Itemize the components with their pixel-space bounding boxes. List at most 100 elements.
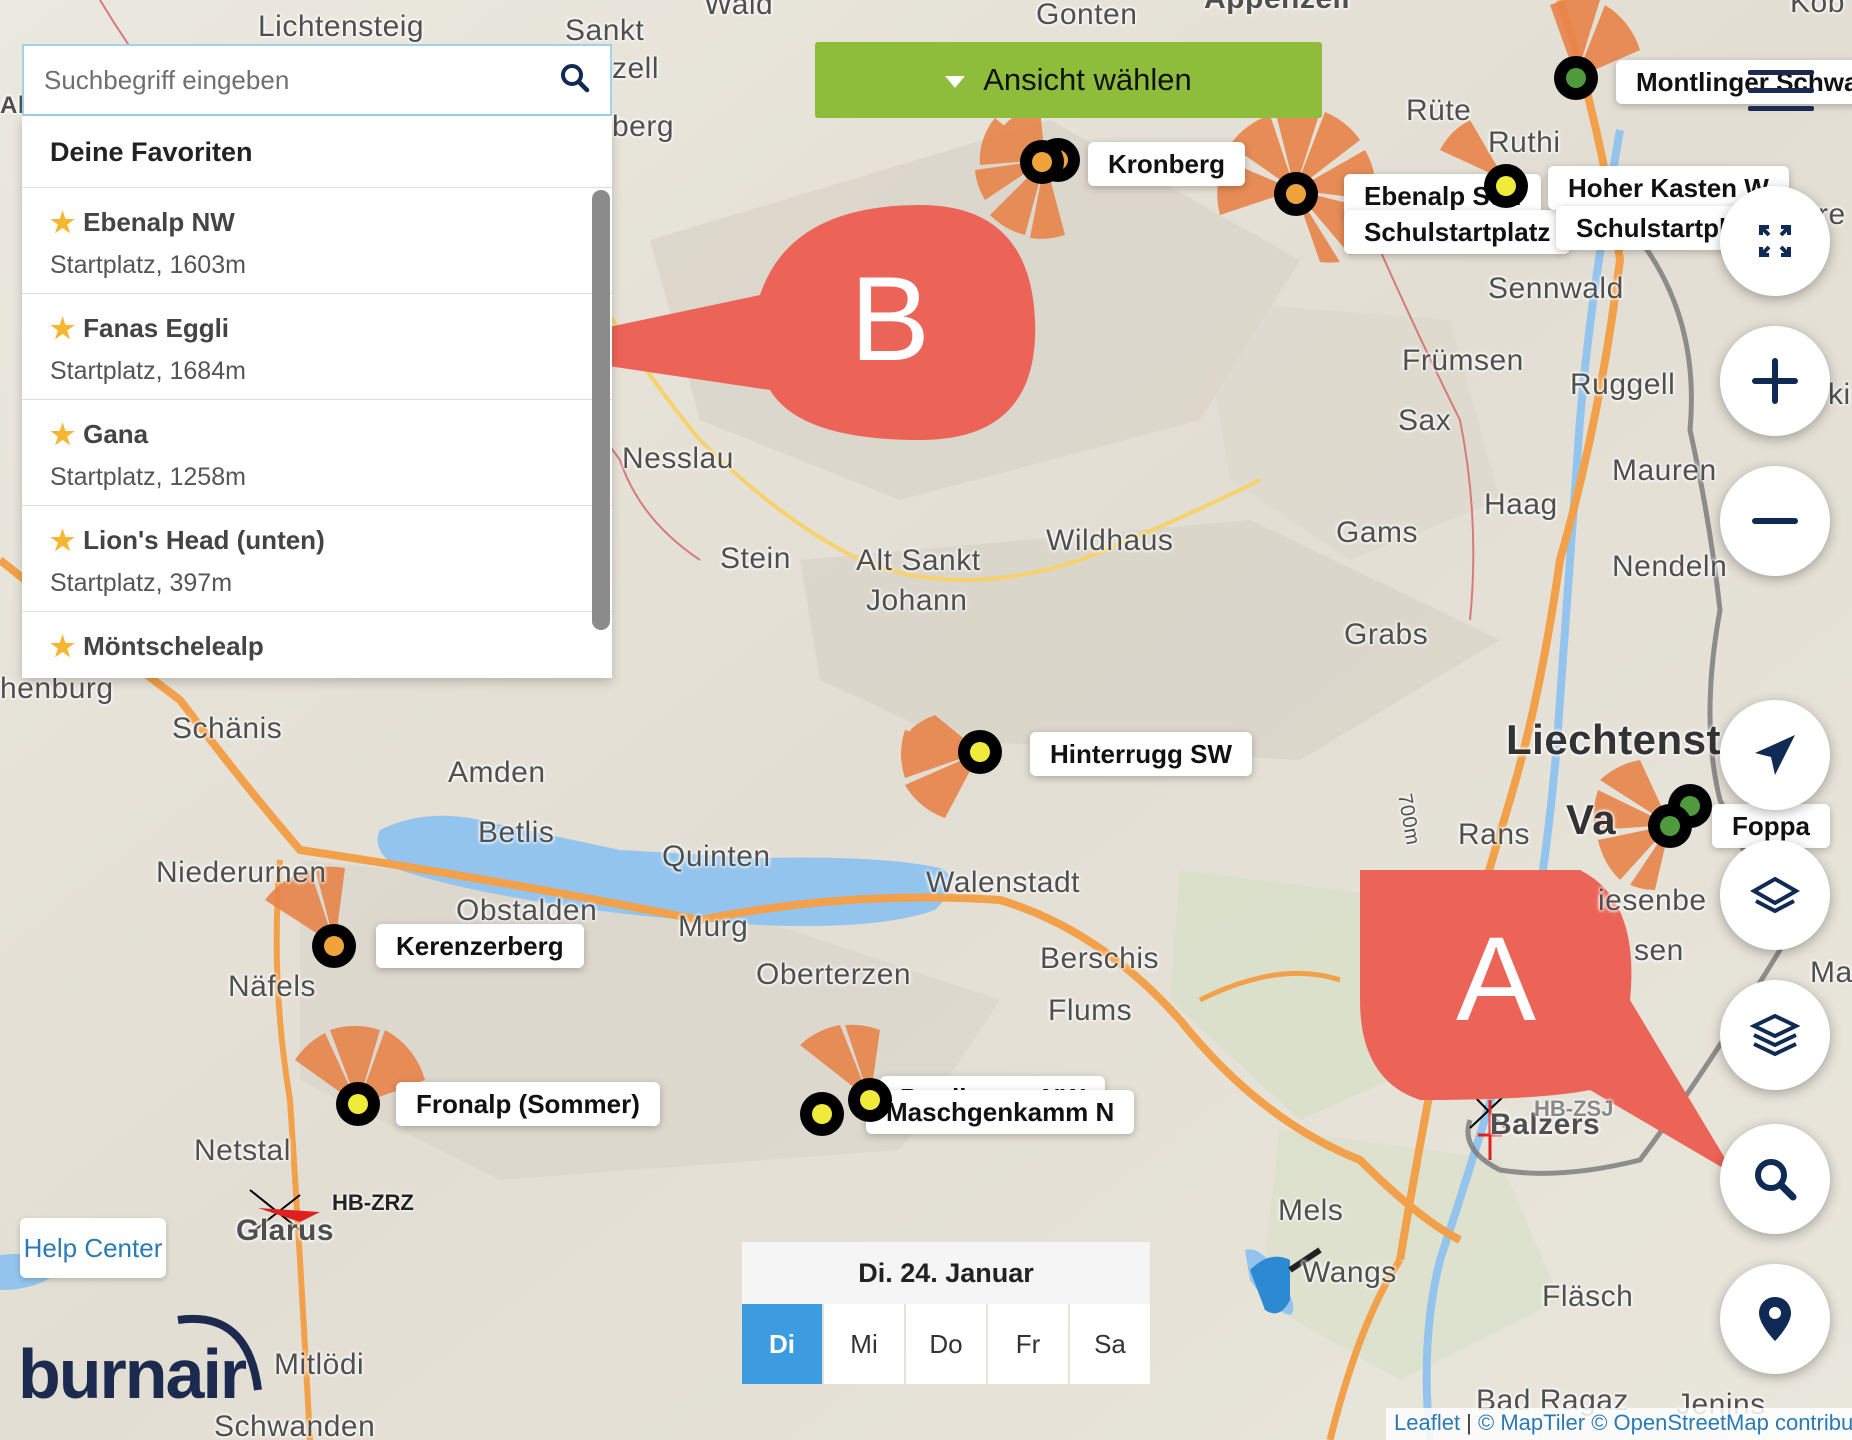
aircraft-label: HB-ZSJ bbox=[1534, 1096, 1614, 1121]
place-label: Flums bbox=[1048, 994, 1133, 1027]
map-search-button[interactable] bbox=[1720, 1124, 1830, 1234]
favorite-item[interactable]: ★ Fanas Eggli Startplatz, 1684m bbox=[22, 294, 612, 400]
callout-a-label: A bbox=[1456, 912, 1537, 1046]
search-icon[interactable] bbox=[560, 63, 590, 98]
plus-icon bbox=[1752, 358, 1798, 404]
site-label-kronberg[interactable]: Kronberg bbox=[1088, 142, 1245, 186]
day-tab-di[interactable]: Di bbox=[742, 1304, 822, 1384]
aircraft-label: HB-ZRZ bbox=[332, 1190, 414, 1215]
place-label: Mauren bbox=[1612, 454, 1717, 487]
hamburger-menu-icon[interactable] bbox=[1748, 70, 1814, 126]
place-label: Schänis bbox=[172, 712, 283, 745]
day-tab-do[interactable]: Do bbox=[906, 1304, 986, 1384]
place-label: Fläsch bbox=[1542, 1280, 1634, 1313]
star-icon: ★ bbox=[50, 525, 76, 556]
locate-button[interactable] bbox=[1720, 1264, 1830, 1374]
place-label: Va bbox=[1566, 796, 1617, 843]
site-label-montlinger[interactable]: Montlinger Schwamm bbox=[1616, 60, 1852, 104]
site-marker[interactable] bbox=[848, 1078, 892, 1122]
site-marker[interactable] bbox=[958, 730, 1002, 774]
place-label: Schwanden bbox=[214, 1410, 376, 1440]
place-label: Amden bbox=[448, 756, 546, 789]
place-label: zell bbox=[612, 52, 660, 85]
layers-button[interactable] bbox=[1720, 980, 1830, 1090]
day-tab-mi[interactable]: Mi bbox=[824, 1304, 904, 1384]
site-label-fronalp[interactable]: Fronalp (Sommer) bbox=[396, 1082, 660, 1126]
place-label: Betlis bbox=[478, 816, 555, 849]
place-label: Alt Sankt bbox=[856, 544, 981, 577]
favorite-item[interactable]: ★ Lion's Head (unten) Startplatz, 397m bbox=[22, 506, 612, 612]
star-icon: ★ bbox=[50, 313, 76, 344]
day-tab-sa[interactable]: Sa bbox=[1070, 1304, 1150, 1384]
star-icon: ★ bbox=[50, 207, 76, 238]
favorite-name: Fanas Eggli bbox=[83, 313, 230, 343]
site-marker[interactable] bbox=[1020, 140, 1064, 184]
place-label: Nesslau bbox=[622, 442, 734, 475]
favorite-item[interactable]: ★ Ebenalp NW Startplatz, 1603m bbox=[22, 188, 612, 294]
place-label: Niederurnen bbox=[156, 856, 327, 889]
site-label-ebenalp-schulstartplatz[interactable]: Schulstartplatz bbox=[1344, 210, 1571, 254]
site-marker[interactable] bbox=[312, 924, 356, 968]
favorites-scrollbar[interactable] bbox=[592, 190, 610, 630]
fullscreen-button[interactable] bbox=[1720, 186, 1830, 296]
place-label: Appenzell bbox=[1204, 0, 1350, 16]
favorite-item[interactable]: ★ Möntschelealp bbox=[22, 612, 612, 678]
star-icon: ★ bbox=[50, 631, 76, 662]
site-marker[interactable] bbox=[1274, 172, 1318, 216]
place-label: Nendeln bbox=[1612, 550, 1728, 583]
place-label: Ruggell bbox=[1570, 368, 1676, 401]
place-label: Obstalden bbox=[456, 894, 598, 927]
favorite-name: Gana bbox=[83, 419, 149, 449]
search-input[interactable] bbox=[44, 64, 560, 96]
place-label: Grabs bbox=[1344, 618, 1429, 651]
place-label: Murg bbox=[678, 910, 749, 943]
site-label-hinterrugg[interactable]: Hinterrugg SW bbox=[1030, 732, 1252, 776]
site-marker[interactable] bbox=[336, 1082, 380, 1126]
leaflet-link[interactable]: Leaflet bbox=[1394, 1410, 1460, 1435]
place-label: Wald bbox=[704, 0, 774, 21]
favorite-subtitle: Startplatz, 1684m bbox=[50, 357, 246, 385]
place-label: Mitlödi bbox=[274, 1348, 365, 1381]
place-label: Näfels bbox=[228, 970, 317, 1003]
place-label: Kob bbox=[1790, 0, 1845, 19]
search-panel: Deine Favoriten ★Ebenalp NW Startplatz, … bbox=[22, 44, 612, 678]
place-label: Rans bbox=[1458, 818, 1531, 851]
favorite-item[interactable]: ★ Gana Startplatz, 1258m bbox=[22, 400, 612, 506]
site-marker[interactable] bbox=[1648, 804, 1692, 848]
send-location-button[interactable] bbox=[1720, 700, 1830, 810]
place-label: sen bbox=[1634, 934, 1684, 967]
site-marker[interactable] bbox=[1554, 56, 1598, 100]
help-center-button[interactable]: Help Center bbox=[20, 1218, 166, 1278]
place-label: Lichtensteig bbox=[258, 10, 425, 43]
place-label: Wildhaus bbox=[1046, 524, 1174, 557]
place-label: Stein bbox=[720, 542, 791, 575]
maptiler-link[interactable]: © MapTiler bbox=[1478, 1410, 1585, 1435]
search-box[interactable] bbox=[22, 44, 612, 116]
minus-icon bbox=[1752, 518, 1798, 524]
site-label-kerenzerberg[interactable]: Kerenzerberg bbox=[376, 924, 584, 968]
layer-toggle-button[interactable] bbox=[1720, 840, 1830, 950]
place-label: Frümsen bbox=[1402, 344, 1524, 377]
expand-icon bbox=[1759, 225, 1791, 257]
site-marker[interactable] bbox=[1484, 164, 1528, 208]
attribution-separator: | bbox=[1460, 1410, 1479, 1435]
place-label: Glarus bbox=[236, 1214, 335, 1247]
place-label: Sax bbox=[1398, 404, 1452, 437]
map-attribution: Leaflet | © MapTiler © OpenStreetMap con… bbox=[1386, 1408, 1852, 1440]
site-label-maschgenkamm[interactable]: Maschgenkamm N bbox=[866, 1090, 1135, 1134]
place-label: Ruthi bbox=[1488, 126, 1561, 159]
place-label: Gams bbox=[1336, 516, 1419, 549]
star-icon: ★ bbox=[50, 419, 76, 450]
logo-text: burnair bbox=[18, 1335, 247, 1413]
zoom-in-button[interactable] bbox=[1720, 326, 1830, 436]
osm-link[interactable]: © OpenStreetMap contributors bbox=[1591, 1410, 1852, 1435]
zoom-out-button[interactable] bbox=[1720, 466, 1830, 576]
day-tab-fr[interactable]: Fr bbox=[988, 1304, 1068, 1384]
view-selector-button[interactable]: Ansicht wählen bbox=[815, 42, 1322, 118]
favorites-list: Deine Favoriten ★ Ebenalp NW Startplatz, … bbox=[22, 116, 612, 678]
place-label: Haag bbox=[1484, 488, 1558, 521]
view-selector-label: Ansicht wählen bbox=[983, 62, 1192, 97]
site-marker[interactable] bbox=[800, 1092, 844, 1136]
paper-plane-icon bbox=[1755, 735, 1795, 775]
favorite-name: Ebenalp NW bbox=[83, 207, 235, 237]
